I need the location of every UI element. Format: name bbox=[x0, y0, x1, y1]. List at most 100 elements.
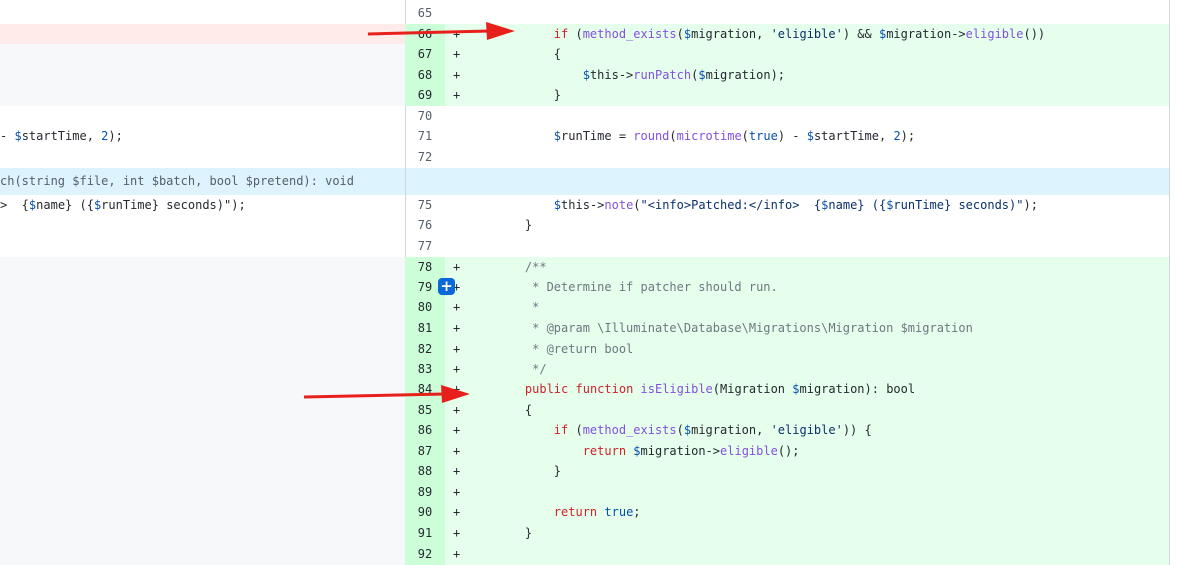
diff-sign: + bbox=[453, 362, 461, 376]
line-number[interactable]: 65 bbox=[405, 3, 445, 24]
added-code-row: 68 + $this->runPatch($migration); bbox=[405, 65, 1169, 85]
added-code-row: 91 + } bbox=[405, 523, 1169, 543]
code-text: if (method_exists($migration, 'eligible'… bbox=[553, 423, 872, 437]
diff-sign: + bbox=[453, 444, 461, 458]
left-deleted-row bbox=[0, 24, 405, 44]
diff-sign: + bbox=[453, 382, 461, 396]
line-number[interactable]: 90 bbox=[405, 502, 445, 523]
added-code-row: 92 + bbox=[405, 543, 1169, 565]
diff-sign: + bbox=[453, 88, 461, 102]
context-code-row: 72 bbox=[405, 146, 1169, 168]
line-number[interactable]: 89 bbox=[405, 482, 445, 502]
diff-sign: + bbox=[453, 260, 461, 274]
left-hunk-header[interactable]: ch(string $file, int $batch, bool $prete… bbox=[0, 168, 405, 195]
line-number[interactable]: 67 bbox=[405, 44, 445, 65]
diff-sign: + bbox=[453, 485, 461, 499]
diff-sign: + bbox=[453, 321, 461, 335]
added-code-row: 81 + * @param \Illuminate\Database\Migrat… bbox=[405, 318, 1169, 339]
line-number[interactable]: 68 bbox=[405, 65, 445, 85]
left-context-row bbox=[0, 0, 405, 24]
line-number[interactable]: 84 bbox=[405, 379, 445, 400]
left-code-line-text: - $startTime, 2); bbox=[0, 129, 123, 143]
left-hunk-header-text: ch(string $file, int $batch, bool $prete… bbox=[0, 174, 355, 188]
added-code-row: 83 + */ bbox=[405, 359, 1169, 379]
line-number[interactable]: 69 bbox=[405, 85, 445, 106]
added-code-row: 90 + return true; bbox=[405, 502, 1169, 523]
code-text: if (method_exists($migration, 'eligible'… bbox=[553, 27, 1046, 41]
diff-sign: + bbox=[453, 47, 461, 61]
line-number[interactable]: 81 bbox=[405, 318, 445, 339]
right-hunk-header[interactable] bbox=[406, 168, 1169, 195]
code-text: * Determine if patcher should run. bbox=[496, 280, 778, 294]
code-text: $runTime = round(microtime(true) - $star… bbox=[553, 129, 916, 143]
line-number[interactable]: 88 bbox=[405, 461, 445, 482]
code-text: $this->note("<info>Patched:</info> {$nam… bbox=[553, 198, 1038, 212]
line-number[interactable]: 78 bbox=[405, 257, 445, 277]
line-number[interactable]: 92 bbox=[405, 543, 445, 565]
line-number[interactable]: 82 bbox=[405, 339, 445, 359]
diff-sign: + bbox=[453, 403, 461, 417]
diff-sign: + bbox=[453, 526, 461, 540]
added-code-row: 78 + /** bbox=[405, 257, 1169, 277]
code-text: } bbox=[496, 464, 562, 478]
code-text: } bbox=[496, 526, 533, 540]
added-code-row: 86 + if (method_exists($migration, 'eligi… bbox=[405, 420, 1169, 441]
code-text: public function isEligible(Migration $mi… bbox=[524, 382, 916, 396]
diff-sign: + bbox=[453, 68, 461, 82]
added-code-row: 69 + } bbox=[405, 85, 1169, 106]
added-code-row: 87 + return $migration->eligible(); bbox=[405, 441, 1169, 461]
added-code-row: 89 + bbox=[405, 482, 1169, 502]
added-code-row: 84 + public function isEligible(Migration… bbox=[405, 379, 1169, 400]
left-code-line: - $startTime, 2); bbox=[0, 126, 405, 146]
code-text: { bbox=[496, 47, 562, 61]
line-number[interactable]: 91 bbox=[405, 523, 445, 543]
line-number[interactable]: 76 bbox=[405, 215, 445, 236]
code-text: return $migration->eligible(); bbox=[582, 444, 800, 458]
context-code-row: 75 $this->note("<info>Patched:</info> {$… bbox=[405, 195, 1169, 215]
line-number[interactable]: 71 bbox=[405, 126, 445, 146]
diff-right-pane: 65 66 + if (method_exists($migration, 'eli… bbox=[405, 0, 1169, 565]
context-code-row: 77 bbox=[405, 236, 1169, 257]
line-number[interactable]: 85 bbox=[405, 400, 445, 420]
diff-sign: + bbox=[453, 27, 461, 41]
code-text: * bbox=[496, 300, 540, 314]
left-code-line-text: > {$name} ({$runTime} seconds)"); bbox=[0, 198, 246, 212]
added-code-row: 79 + * Determine if patcher should run. bbox=[405, 277, 1169, 297]
code-text: * @return bool bbox=[496, 342, 634, 356]
code-text: */ bbox=[496, 362, 547, 376]
line-number[interactable]: 75 bbox=[405, 195, 445, 215]
added-code-row: 82 + * @return bool bbox=[405, 339, 1169, 359]
code-text: } bbox=[496, 88, 562, 102]
added-code-row: 66 + if (method_exists($migration, 'eligi… bbox=[405, 24, 1169, 44]
line-number[interactable]: 77 bbox=[405, 236, 445, 257]
diff-sign: + bbox=[453, 342, 461, 356]
added-code-row: 85 + { bbox=[405, 400, 1169, 420]
line-number[interactable]: 80 bbox=[405, 297, 445, 318]
code-text: $this->runPatch($migration); bbox=[582, 68, 786, 82]
pane-right-border bbox=[1169, 0, 1170, 565]
add-comment-button[interactable]: + bbox=[438, 278, 455, 295]
line-number[interactable]: 72 bbox=[405, 146, 445, 168]
diff-left-pane: - $startTime, 2); ch(string $file, int $… bbox=[0, 0, 405, 565]
context-code-row: 76 } bbox=[405, 215, 1169, 236]
code-text: { bbox=[496, 403, 533, 417]
diff-sign: + bbox=[453, 547, 461, 561]
context-code-row: 71 $runTime = round(microtime(true) - $s… bbox=[405, 126, 1169, 146]
line-number[interactable]: 70 bbox=[405, 106, 445, 126]
code-text: } bbox=[496, 218, 533, 232]
line-number[interactable]: 87 bbox=[405, 441, 445, 461]
diff-sign: + bbox=[453, 505, 461, 519]
code-text: return true; bbox=[553, 505, 641, 519]
line-number[interactable]: 86 bbox=[405, 420, 445, 441]
line-number[interactable]: 66 bbox=[405, 24, 445, 44]
left-empty-block bbox=[0, 257, 405, 565]
diff-sign: + bbox=[453, 423, 461, 437]
diff-sign: + bbox=[453, 300, 461, 314]
added-code-row: 67 + { bbox=[405, 44, 1169, 65]
context-code-row: 65 bbox=[405, 3, 1169, 24]
line-number[interactable]: 83 bbox=[405, 359, 445, 379]
diff-sign: + bbox=[453, 464, 461, 478]
left-code-line: > {$name} ({$runTime} seconds)"); bbox=[0, 195, 405, 215]
context-code-row: 70 bbox=[405, 106, 1169, 126]
code-text: * @param \Illuminate\Database\Migrations… bbox=[496, 321, 973, 335]
